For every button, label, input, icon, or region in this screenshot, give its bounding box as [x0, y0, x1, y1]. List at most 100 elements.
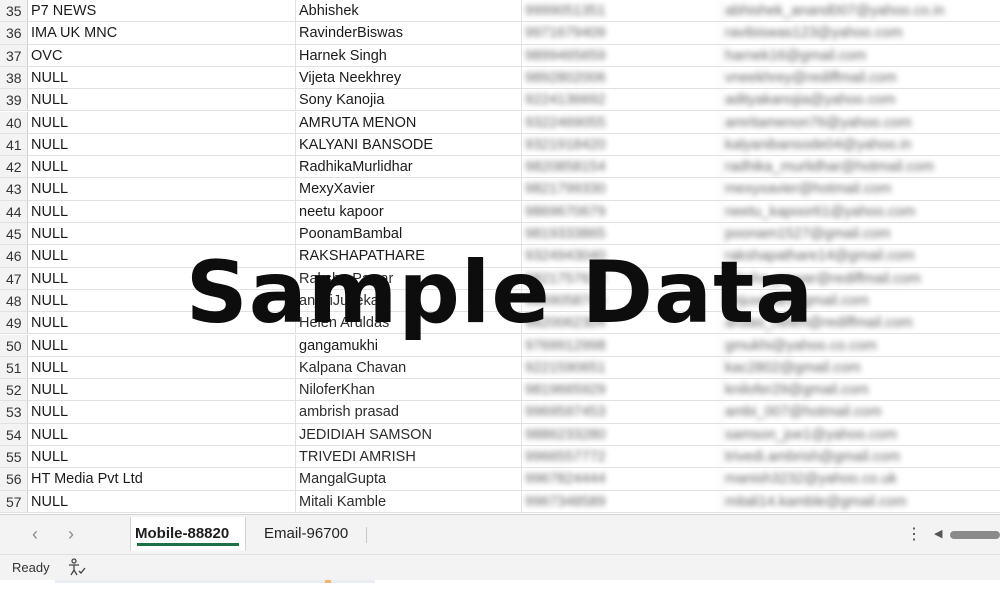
- cell-mobile[interactable]: 9892802006: [522, 66, 722, 89]
- table-row[interactable]: 41 NULL KALYANI BANSODE 9321918420 kalyaniba…: [0, 133, 1000, 157]
- cell-mobile[interactable]: 9221590651: [522, 356, 722, 379]
- cell-email[interactable]: raksha_pawar@rediffmail.com: [722, 268, 1000, 289]
- cell-company[interactable]: NULL: [28, 200, 296, 222]
- cell-mobile[interactable]: 9869058745: [522, 289, 722, 312]
- cell-name[interactable]: ambrish prasad: [296, 401, 522, 423]
- row-header[interactable]: 49: [0, 312, 28, 334]
- cell-company[interactable]: NULL: [28, 334, 296, 356]
- cell-mobile[interactable]: 9821757620: [522, 267, 722, 289]
- cell-company[interactable]: NULL: [28, 446, 296, 468]
- cell-mobile[interactable]: 9224136692: [522, 89, 722, 111]
- cell-name[interactable]: AMRUTA MENON: [296, 111, 522, 133]
- spreadsheet-grid[interactable]: 35 P7 NEWS Abhishek 9999051351 abhishek_anan…: [0, 0, 1000, 513]
- row-header[interactable]: 43: [0, 178, 28, 200]
- table-row[interactable]: 56 HT Media Pvt Ltd MangalGupta 9967824444 m…: [0, 468, 1000, 491]
- row-header[interactable]: 41: [0, 133, 28, 156]
- table-row[interactable]: 55 NULL TRIVEDI AMRISH 9966557772 trivedi.am…: [0, 446, 1000, 469]
- cell-mobile[interactable]: 9967824444: [522, 468, 722, 490]
- cell-company[interactable]: NULL: [28, 89, 296, 111]
- cell-company[interactable]: NULL: [28, 423, 296, 445]
- cell-company[interactable]: NULL: [28, 245, 296, 267]
- cell-email[interactable]: trivedi.ambrish@gmail.com: [722, 446, 1000, 467]
- cell-name[interactable]: JEDIDIAH SAMSON: [296, 423, 522, 445]
- cell-email[interactable]: knilofer29@gmail.com: [722, 379, 1000, 400]
- cell-email[interactable]: arulas_helen@rediffmail.com: [722, 312, 1000, 333]
- cell-email[interactable]: poonam1527@gmail.com: [722, 223, 1000, 244]
- row-header[interactable]: 50: [0, 334, 28, 356]
- cell-name[interactable]: Harnek Singh: [296, 44, 522, 66]
- row-header[interactable]: 42: [0, 156, 28, 178]
- cell-email[interactable]: kac2802@gmail.com: [722, 357, 1000, 378]
- table-row[interactable]: 53 NULL ambrish prasad 9969597453 ambi_007@h…: [0, 401, 1000, 424]
- cell-name[interactable]: KALYANI BANSODE: [296, 133, 522, 156]
- cell-company[interactable]: P7 NEWS: [28, 0, 296, 22]
- cell-company[interactable]: NULL: [28, 66, 296, 89]
- cell-name[interactable]: RavinderBiswas: [296, 22, 522, 44]
- table-row[interactable]: 54 NULL JEDIDIAH SAMSON 9886233280 samson_jo…: [0, 423, 1000, 446]
- cell-email[interactable]: abhishek_anand007@yahoo.co.in: [722, 0, 1000, 21]
- cell-email[interactable]: kalyanibansode04@yahoo.in: [722, 134, 1000, 155]
- row-header[interactable]: 38: [0, 66, 28, 89]
- cell-company[interactable]: NULL: [28, 267, 296, 289]
- cell-mobile[interactable]: 9321918420: [522, 133, 722, 156]
- cell-name[interactable]: Abhishek: [296, 0, 522, 22]
- row-header[interactable]: 45: [0, 223, 28, 245]
- row-header[interactable]: 35: [0, 0, 28, 22]
- table-row[interactable]: 39 NULL Sony Kanojia 9224136692 adityakanoji…: [0, 89, 1000, 112]
- cell-name[interactable]: anjaliJuvekar: [296, 289, 522, 312]
- chevron-right-icon[interactable]: ›: [60, 523, 82, 545]
- cell-mobile[interactable]: 9869670679: [522, 200, 722, 222]
- cell-email[interactable]: ambi_007@hotmail.com: [722, 401, 1000, 422]
- cell-email[interactable]: gmukhi@yahoo.co.com: [722, 335, 1000, 356]
- table-row[interactable]: 50 NULL gangamukhi 9769912998 gmukhi@yahoo.c…: [0, 334, 1000, 357]
- cell-company[interactable]: NULL: [28, 289, 296, 312]
- cell-name[interactable]: Helen Aruldas: [296, 312, 522, 334]
- accessibility-check-icon[interactable]: [66, 558, 86, 576]
- cell-name[interactable]: MangalGupta: [296, 468, 522, 490]
- cell-name[interactable]: MexyXavier: [296, 178, 522, 200]
- row-header[interactable]: 39: [0, 89, 28, 111]
- cell-email[interactable]: samson_joe1@yahoo.com: [722, 424, 1000, 445]
- cell-name[interactable]: NiloferKhan: [296, 379, 522, 401]
- cell-email[interactable]: mitali14.kamble@gmail.com: [722, 491, 1000, 512]
- row-header[interactable]: 47: [0, 267, 28, 289]
- cell-email[interactable]: manish3232@yahoo.co.uk: [722, 468, 1000, 489]
- cell-company[interactable]: IMA UK MNC: [28, 22, 296, 44]
- cell-mobile[interactable]: 9899465659: [522, 44, 722, 66]
- cell-name[interactable]: RAKSHAPATHARE: [296, 245, 522, 267]
- row-header[interactable]: 54: [0, 423, 28, 445]
- table-row[interactable]: 35 P7 NEWS Abhishek 9999051351 abhishek_anan…: [0, 0, 1000, 23]
- table-row[interactable]: 46 NULL RAKSHAPATHARE 9324943040 rakshapatha…: [0, 245, 1000, 268]
- cell-company[interactable]: NULL: [28, 379, 296, 401]
- cell-email[interactable]: ravibiswas123@yahoo.com: [722, 22, 1000, 43]
- horizontal-scrollbar[interactable]: [950, 531, 1000, 539]
- cell-name[interactable]: Vijeta Neekhrey: [296, 66, 522, 89]
- scroll-left-icon[interactable]: ◀: [934, 527, 942, 540]
- cell-name[interactable]: TRIVEDI AMRISH: [296, 446, 522, 468]
- cell-name[interactable]: PoonamBambal: [296, 223, 522, 245]
- table-row[interactable]: 57 NULL Mitali Kamble 9967348589 mitali14.ka…: [0, 490, 1000, 513]
- table-row[interactable]: 36 IMA UK MNC RavinderBiswas 9971679409 ravi…: [0, 22, 1000, 45]
- table-row[interactable]: 40 NULL AMRUTA MENON 9322469055 amritamenon7…: [0, 111, 1000, 134]
- cell-mobile[interactable]: 9969597453: [522, 401, 722, 423]
- cell-company[interactable]: NULL: [28, 401, 296, 423]
- cell-name[interactable]: gangamukhi: [296, 334, 522, 356]
- tab-email-96700[interactable]: Email-96700: [260, 517, 360, 551]
- table-row[interactable]: 49 NULL Helen Aruldas 9820062304 arulas_hele…: [0, 312, 1000, 335]
- cell-mobile[interactable]: 9966557772: [522, 446, 722, 468]
- table-row[interactable]: 42 NULL RadhikaMurlidhar 9820858154 radhika_…: [0, 156, 1000, 179]
- cell-name[interactable]: Mitali Kamble: [296, 490, 522, 512]
- row-header[interactable]: 40: [0, 111, 28, 133]
- cell-company[interactable]: OVC: [28, 44, 296, 66]
- chevron-left-icon[interactable]: ‹: [24, 523, 46, 545]
- cell-email[interactable]: harnek16@gmail.com: [722, 45, 1000, 66]
- row-header[interactable]: 57: [0, 490, 28, 512]
- table-row[interactable]: 37 OVC Harnek Singh 9899465659 harnek16@gmai…: [0, 44, 1000, 67]
- cell-name[interactable]: Sony Kanojia: [296, 89, 522, 111]
- table-row[interactable]: 43 NULL MexyXavier 9821799330 mexyxavier@hot…: [0, 178, 1000, 201]
- row-header[interactable]: 44: [0, 200, 28, 222]
- row-header[interactable]: 48: [0, 289, 28, 312]
- cell-company[interactable]: NULL: [28, 111, 296, 133]
- cell-mobile[interactable]: 9971679409: [522, 22, 722, 44]
- row-header[interactable]: 37: [0, 44, 28, 66]
